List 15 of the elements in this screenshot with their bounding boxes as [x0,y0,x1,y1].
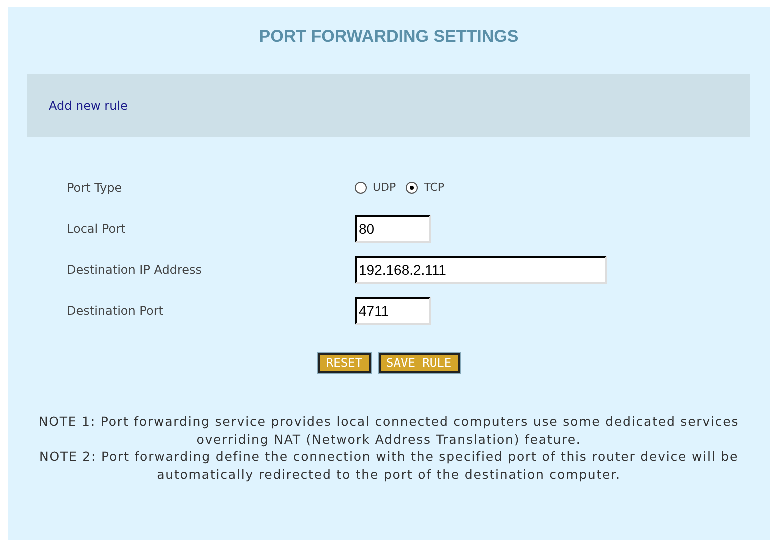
radio-label: TCP [424,181,445,194]
input-field[interactable]: 4711 [355,296,431,324]
field-label: Destination IP Address [67,262,204,276]
radio-button[interactable] [355,182,367,194]
input-field[interactable]: 80 [355,214,431,242]
field-label: Local Port [67,222,127,236]
input-field[interactable]: 192.168.2.111 [355,256,607,284]
field-label: Port Type [67,180,124,194]
note-text: NOTE 1: Port forwarding service provides local connected computers use some dedicated services overriding NAT (Network Address Translation) feature. [38,413,740,448]
field-label: Destination Port [67,304,164,318]
note-text: NOTE 2: Port forwarding define the connection with the specified port of this router device will be automatically redirected to the port of the destination computer. [38,448,740,483]
radio-button[interactable] [406,182,418,194]
page-title: PORT FORWARDING SETTINGS [258,27,520,47]
section-label: Add new rule [49,98,128,112]
radio-label: UDP [373,181,396,194]
